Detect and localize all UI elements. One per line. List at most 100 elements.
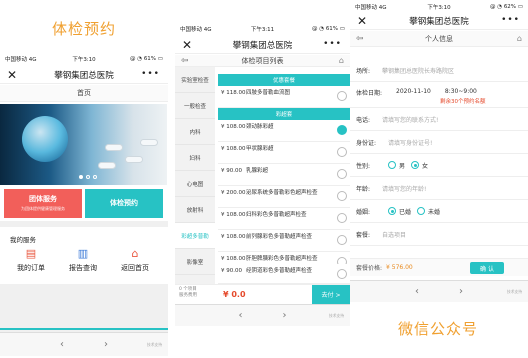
group-service-tile[interactable]: 团体服务 为团体提供健康管理服务: [4, 189, 82, 218]
category-item[interactable]: 影像室: [175, 249, 215, 275]
radio-married[interactable]: [388, 207, 396, 215]
category-item[interactable]: 放射科: [175, 197, 215, 223]
date-field[interactable]: 体检日期: 2020-11-10 8:30~9:00 剩余30个预约名额: [350, 82, 528, 108]
close-icon[interactable]: ✕: [182, 39, 192, 51]
report-query-button[interactable]: ▥ 报告查询: [58, 248, 108, 273]
age-field[interactable]: 年龄: 请填写您的年龄!: [350, 177, 528, 200]
item-row[interactable]: ¥ 200.00 泌尿系统多普勒彩色超声检查: [218, 186, 350, 208]
home-icon[interactable]: ⌂: [517, 34, 522, 43]
category-item[interactable]: 实验室检查: [175, 67, 215, 93]
item-row[interactable]: ¥ 108.00 前列腺彩色多普勒超声检查: [218, 230, 350, 252]
item-row[interactable]: ¥ 90.00 乳腺彩超: [218, 164, 350, 186]
back-icon[interactable]: ⇦: [356, 34, 364, 44]
carousel-dot[interactable]: [93, 175, 97, 179]
forward-arrow-icon[interactable]: ›: [104, 339, 108, 350]
item-name: 妇科彩色多普勒超声检查: [246, 212, 307, 218]
gender-field: 性别: 男 女: [350, 154, 528, 177]
browser-nav: ‹ › 技术支持: [350, 280, 528, 302]
time-slot[interactable]: 8:30~9:00: [445, 88, 477, 95]
phone-placeholder: 请填写您的联系方式!: [382, 116, 439, 124]
field-value: 攀钢集团总医院长寿路院区: [382, 67, 455, 75]
my-orders-button[interactable]: ▤ 我的订单: [6, 248, 56, 273]
category-item[interactable]: 妇科: [175, 145, 215, 171]
report-icon: ▥: [77, 247, 89, 260]
item-name: 经阴道彩色多普勒超声检查: [246, 268, 313, 274]
footer-credit: 技术支持: [506, 288, 522, 294]
marital-field: 婚姻: 已婚 未婚: [350, 200, 528, 223]
radio-female[interactable]: [411, 161, 420, 169]
back-arrow-icon[interactable]: ‹: [239, 310, 243, 321]
pill-image: [125, 156, 143, 163]
category-item[interactable]: 一般检查: [175, 93, 215, 119]
item-row[interactable]: ¥ 118.00 四肢多普勒血流图: [218, 86, 350, 108]
more-icon[interactable]: •••: [501, 16, 520, 25]
cart-bar: 0 个项目 服务费用 ¥ 0.0 去付 >: [175, 284, 350, 304]
phone-field[interactable]: 电话: 请填写您的联系方式!: [350, 108, 528, 131]
checkout-button[interactable]: 去付 >: [312, 285, 350, 304]
field-label: 性别:: [356, 162, 371, 170]
subtitle-bar: ⇦ 个人信息 ⌂: [350, 31, 528, 47]
back-arrow-icon[interactable]: ‹: [415, 286, 419, 297]
field-label: 套餐:: [356, 231, 371, 239]
remaining-slots: 剩余30个预约名额: [440, 99, 486, 105]
package-field[interactable]: 套餐: 自选项目: [350, 223, 528, 246]
item-count: 0 个项目: [179, 287, 197, 292]
panel-home: 体检预约 中国移动 4G 下午3:10 @ ◔ 61% ▭ ✕ 攀钢集团总医院 …: [0, 0, 168, 358]
back-arrow-icon[interactable]: ‹: [60, 339, 64, 350]
id-placeholder: 请填写身份证号!: [388, 139, 433, 147]
banner-carousel[interactable]: [0, 104, 167, 185]
close-icon[interactable]: ✕: [357, 15, 367, 27]
option-label: 女: [422, 162, 429, 170]
field-label: 年龄:: [356, 185, 371, 193]
checkbox[interactable]: [337, 269, 347, 279]
back-icon[interactable]: ⇦: [181, 56, 189, 66]
radio-unmarried[interactable]: [417, 207, 426, 215]
forward-arrow-icon[interactable]: ›: [459, 286, 463, 297]
back-home-button[interactable]: ⌂ 返回首页: [110, 248, 160, 273]
checkbox[interactable]: [337, 91, 347, 101]
more-icon[interactable]: •••: [323, 40, 342, 49]
checkbox[interactable]: [337, 235, 347, 245]
accent-line: [0, 328, 168, 330]
carousel-dot[interactable]: [79, 175, 83, 179]
carousel-dot[interactable]: [86, 175, 90, 179]
item-row[interactable]: ¥ 108.00 妇科彩色多普勒超声检查: [218, 208, 350, 230]
category-item-active[interactable]: 彩超多普勒: [175, 223, 215, 249]
footer-credit: 技术支持: [328, 312, 344, 318]
checkbox-checked[interactable]: [337, 125, 347, 135]
checkbox[interactable]: [337, 191, 347, 201]
status-icons: @ ◔: [490, 4, 503, 10]
pill-image: [105, 144, 123, 151]
total-price: ¥ 0.0: [223, 290, 246, 299]
checkbox[interactable]: [337, 147, 347, 157]
category-item[interactable]: 内科: [175, 119, 215, 145]
category-sidebar: 实验室检查 一般检查 内科 妇科 心电图 放射科 彩超多普勒 影像室 外科: [175, 67, 215, 301]
checkbox[interactable]: [337, 169, 347, 179]
price-label: 套餐价格:: [356, 265, 383, 272]
more-icon[interactable]: •••: [141, 70, 160, 79]
item-row[interactable]: ¥ 108.00 颈动脉彩超: [218, 120, 350, 142]
venue-field[interactable]: 场所: 攀钢集团总医院长寿路院区: [350, 59, 528, 82]
radio-male[interactable]: [388, 161, 396, 169]
forward-arrow-icon[interactable]: ›: [283, 310, 287, 321]
booking-tile[interactable]: 体检预约: [85, 189, 163, 218]
confirm-button[interactable]: 确 认: [470, 262, 504, 274]
item-name: 前列腺彩色多普勒超声检查: [246, 234, 313, 240]
checkbox[interactable]: [337, 213, 347, 223]
battery-level: 61%: [325, 26, 339, 32]
field-label: 电话:: [356, 116, 371, 124]
service-label: 返回首页: [121, 264, 149, 272]
page-title: 攀钢集团总医院: [232, 40, 293, 51]
date-value[interactable]: 2020-11-10: [396, 88, 431, 95]
status-bar: 中国移动 4G 下午3:11 @ ◔ 61% ▭: [175, 22, 350, 36]
pill-image: [140, 139, 158, 146]
id-card-field[interactable]: 身份证: 请填写身份证号!: [350, 131, 528, 154]
item-name: 颈动脉彩超: [246, 124, 274, 130]
item-row[interactable]: ¥ 108.00 甲状腺彩超: [218, 142, 350, 164]
category-item[interactable]: 心电图: [175, 171, 215, 197]
caption-wechat: 微信公众号: [398, 320, 479, 338]
close-icon[interactable]: ✕: [7, 69, 17, 81]
item-row[interactable]: ¥ 90.00 经阴道彩色多普勒超声检查: [218, 264, 350, 284]
home-icon[interactable]: ⌂: [339, 56, 344, 65]
page-subtitle: 首页: [77, 89, 91, 97]
